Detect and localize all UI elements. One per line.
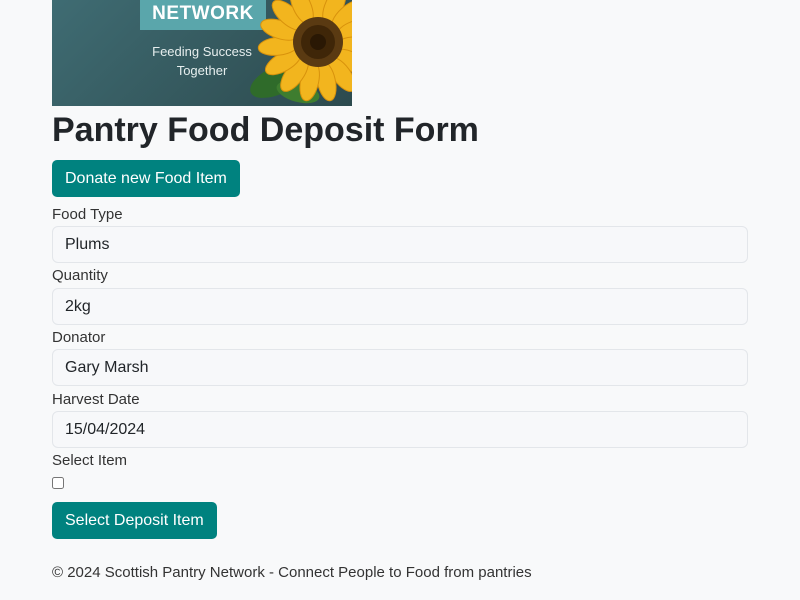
- footer-copyright: © 2024 Scottish Pantry Network - Connect…: [52, 564, 532, 581]
- food-type-label: Food Type: [52, 206, 123, 223]
- quantity-input[interactable]: [52, 288, 748, 325]
- harvest-date-input[interactable]: [52, 411, 748, 448]
- logo-tagline-line-2: Together: [176, 63, 228, 78]
- logo-tagline-line-1: Feeding Success: [152, 44, 252, 59]
- logo-image: NETWORK Feeding Success Together: [52, 0, 352, 106]
- donator-input[interactable]: [52, 349, 748, 386]
- select-item-label: Select Item: [52, 452, 128, 469]
- select-item-checkbox[interactable]: [52, 477, 64, 489]
- harvest-date-label: Harvest Date: [52, 391, 140, 408]
- page-title: Pantry Food Deposit Form: [52, 111, 479, 149]
- quantity-label: Quantity: [52, 267, 108, 284]
- select-deposit-item-button[interactable]: Select Deposit Item: [52, 502, 217, 539]
- donator-label: Donator: [52, 329, 106, 346]
- sunflower-icon: [250, 0, 352, 104]
- donate-new-food-item-button[interactable]: Donate new Food Item: [52, 160, 240, 197]
- food-type-input[interactable]: [52, 226, 748, 263]
